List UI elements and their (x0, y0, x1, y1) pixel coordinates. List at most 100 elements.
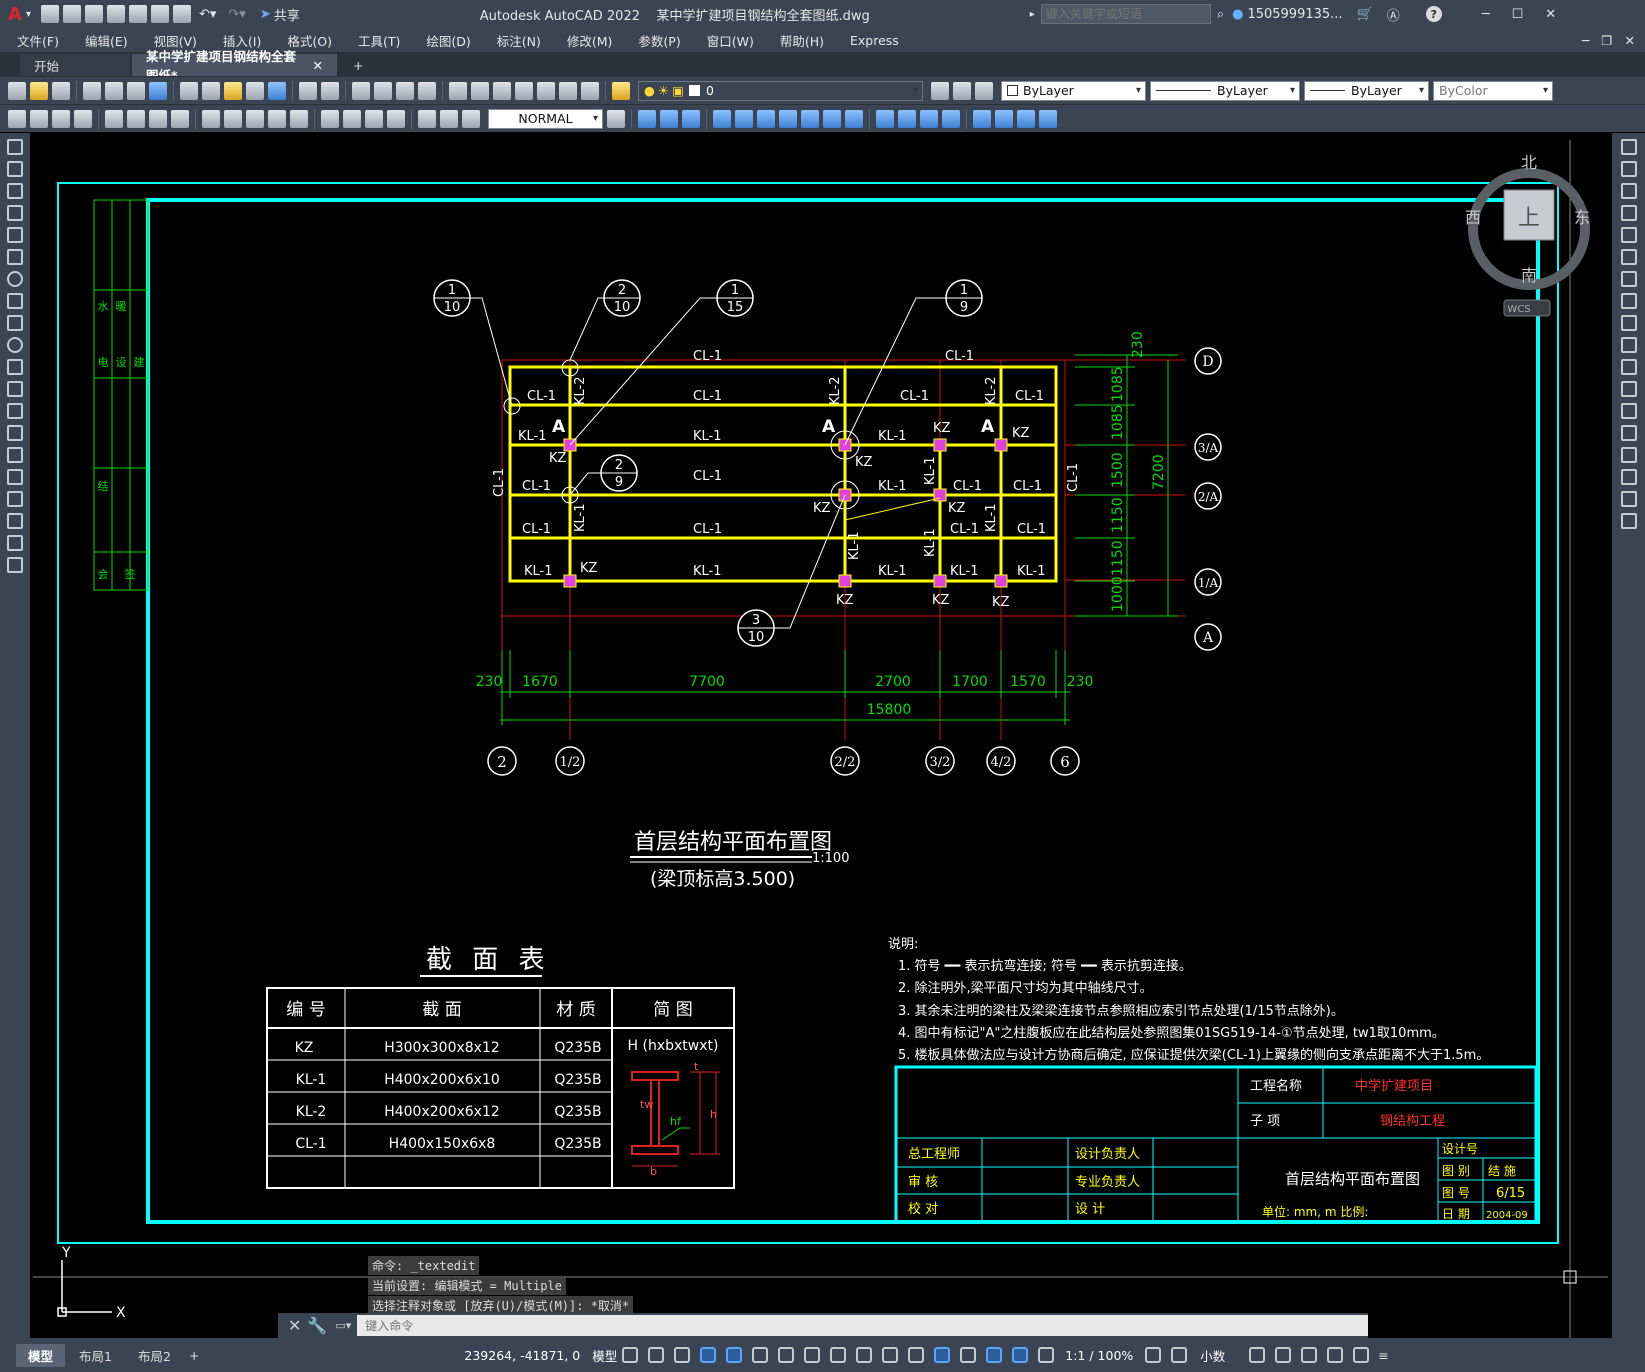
break-at-point-icon[interactable] (1620, 381, 1637, 397)
chamfer-icon[interactable] (1620, 447, 1637, 463)
menu-modify[interactable]: 修改(M) (554, 31, 626, 50)
user-account[interactable]: 1505999135... (1247, 7, 1342, 22)
plot-preview-icon[interactable] (105, 81, 123, 100)
polar-tracking-icon[interactable] (752, 1347, 769, 1363)
workspace-gear-icon[interactable] (1145, 1347, 1162, 1363)
search-input[interactable] (1040, 4, 1211, 24)
infer-constraints-icon[interactable] (674, 1347, 691, 1363)
angular-dim-icon[interactable] (171, 109, 189, 128)
ordinate-icon[interactable] (74, 109, 92, 128)
lock-ui-icon[interactable] (1275, 1347, 1292, 1363)
plot-icon[interactable] (83, 81, 101, 100)
3d-osnap-icon[interactable] (934, 1347, 951, 1363)
join-icon[interactable] (898, 109, 916, 128)
sheet-set-icon[interactable] (515, 81, 533, 100)
baseline-dim-icon[interactable] (224, 109, 242, 128)
add-layout-button[interactable]: + (189, 1348, 199, 1363)
erase-icon[interactable] (995, 109, 1013, 128)
isometric-drafting-icon[interactable] (778, 1347, 795, 1363)
layer-state-icon[interactable] (975, 81, 993, 100)
autocad-logo-icon[interactable]: A (8, 4, 22, 25)
fillet-icon[interactable] (942, 109, 960, 128)
quick-dim-icon[interactable] (202, 109, 220, 128)
menu-parametric[interactable]: 参数(P) (625, 31, 693, 50)
mirror-icon[interactable] (1620, 183, 1637, 199)
3d-print-icon[interactable] (149, 81, 167, 100)
offset-icon[interactable] (713, 109, 731, 128)
quick-access-dropdown-icon[interactable]: ▾ (26, 9, 31, 20)
add-selected-icon[interactable] (7, 557, 23, 573)
layer-previous-icon[interactable] (953, 81, 971, 100)
redo-icon[interactable]: ↷▾ (228, 7, 245, 22)
color-dropdown[interactable]: ByLayer (1001, 80, 1146, 101)
open-icon[interactable] (30, 81, 48, 100)
jogged-linear-icon[interactable] (387, 109, 405, 128)
snap-mode-icon[interactable] (648, 1347, 665, 1363)
insert-block-icon[interactable] (7, 381, 23, 397)
cut-icon[interactable] (180, 81, 198, 100)
menu-file[interactable]: 文件(F) (4, 31, 72, 50)
annotation-scale-icon[interactable] (1038, 1347, 1055, 1363)
polyline-icon[interactable] (7, 183, 23, 199)
explode-icon[interactable] (1620, 513, 1637, 529)
viewcube-north[interactable]: 北 (1521, 153, 1537, 172)
match-properties-icon[interactable] (246, 81, 264, 100)
join-icon[interactable] (1620, 425, 1637, 441)
autodesk-app-icon[interactable]: Ⓐ (1387, 5, 1400, 24)
command-input[interactable] (357, 1315, 1368, 1336)
scale-icon[interactable] (1620, 293, 1637, 309)
linetype-dropdown[interactable]: ByLayer (1150, 80, 1300, 101)
arc-icon[interactable] (7, 249, 23, 265)
mirror-icon[interactable] (682, 109, 700, 128)
explode-icon[interactable] (973, 109, 991, 128)
table-icon[interactable] (7, 513, 23, 529)
polygon-icon[interactable] (7, 205, 23, 221)
ortho-mode-icon[interactable] (726, 1347, 743, 1363)
move-icon[interactable] (1620, 249, 1637, 265)
stretch-icon[interactable] (1620, 315, 1637, 331)
ellipse-icon[interactable] (7, 337, 23, 353)
tool-palettes-icon[interactable] (493, 81, 511, 100)
aligned-dim-icon[interactable] (30, 109, 48, 128)
rectangle-icon[interactable] (7, 227, 23, 243)
open-file-icon[interactable] (62, 5, 81, 23)
annotation-visibility-icon[interactable] (986, 1347, 1003, 1363)
tab-start[interactable]: 开始 (20, 54, 130, 76)
extend-icon[interactable] (845, 109, 863, 128)
wcs-menu[interactable]: WCS (1507, 304, 1530, 315)
redo-icon[interactable] (321, 81, 339, 100)
linear-dim-icon[interactable] (8, 109, 26, 128)
graphics-performance-icon[interactable] (1327, 1347, 1344, 1363)
doc-close-icon[interactable]: ✕ (1619, 33, 1645, 48)
tab-drawing[interactable]: 某中学扩建项目钢结构全套图纸*✕ (132, 49, 337, 83)
draw-order-icon[interactable] (1017, 109, 1035, 128)
plot-icon[interactable] (172, 5, 191, 23)
circle-icon[interactable] (7, 271, 23, 287)
annotation-monitor-icon[interactable] (1171, 1347, 1188, 1363)
hatch-icon[interactable] (7, 447, 23, 463)
arc-length-icon[interactable] (52, 109, 70, 128)
blend-curves-icon[interactable] (1620, 491, 1637, 507)
annotation-scale[interactable]: 1:1 / 100% (1065, 1348, 1133, 1363)
pan-icon[interactable] (352, 81, 370, 100)
block-editor-icon[interactable] (268, 81, 286, 100)
qnew-icon[interactable] (8, 81, 26, 100)
copy-icon[interactable] (202, 81, 220, 100)
zoom-previous-icon[interactable] (418, 81, 436, 100)
menu-express[interactable]: Express (837, 33, 912, 48)
menu-dimension[interactable]: 标注(N) (484, 31, 554, 50)
make-block-icon[interactable] (7, 403, 23, 419)
search-icon[interactable]: ⌕ (1217, 7, 1224, 22)
tab-close-icon[interactable]: ✕ (313, 58, 323, 73)
close-window-icon[interactable]: ✕ (1545, 7, 1556, 22)
menu-draw[interactable]: 绘图(D) (413, 31, 483, 50)
layer-properties-icon[interactable] (612, 81, 630, 100)
new-file-icon[interactable] (40, 5, 59, 23)
break-icon[interactable] (876, 109, 894, 128)
undo-icon[interactable]: ↶▾ (199, 7, 216, 22)
paste-icon[interactable] (224, 81, 242, 100)
grid-icon[interactable] (622, 1347, 639, 1363)
transparency-icon[interactable] (882, 1347, 899, 1363)
publish-icon[interactable] (127, 81, 145, 100)
maximize-window-icon[interactable]: ☐ (1512, 7, 1524, 22)
